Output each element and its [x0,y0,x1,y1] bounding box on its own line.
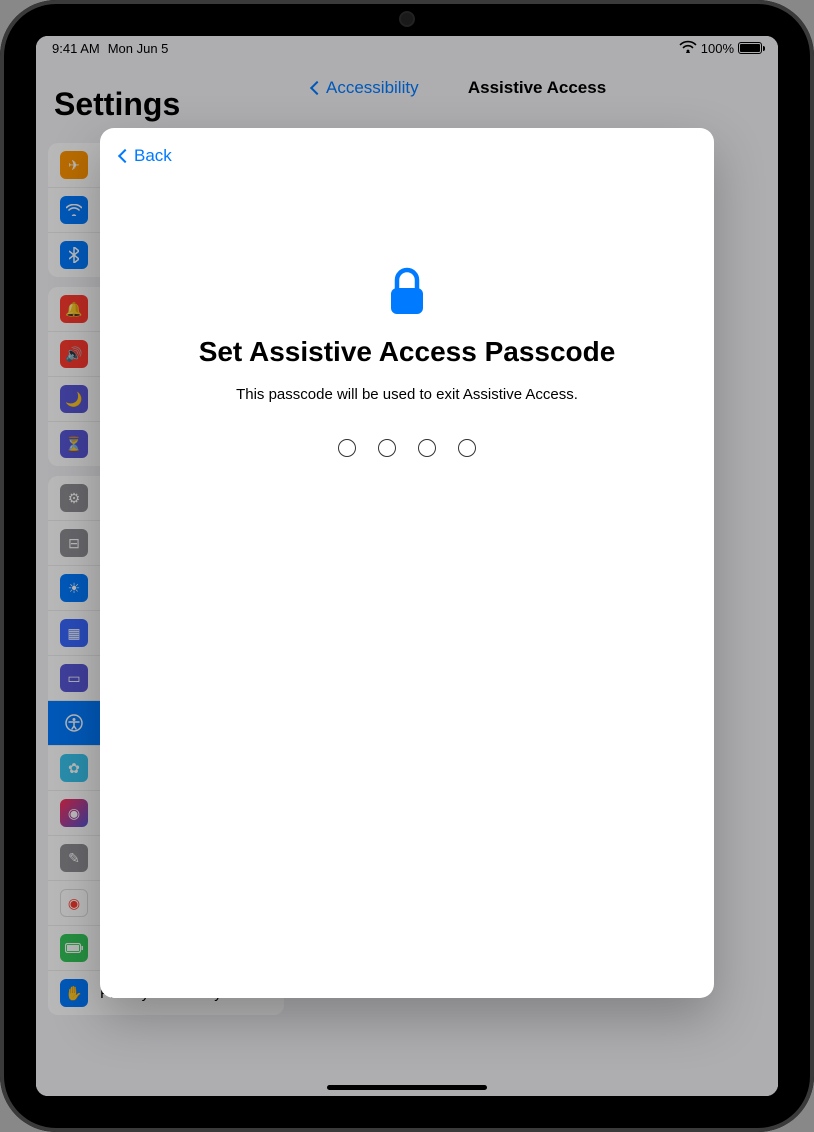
battery-icon [738,42,762,54]
modal-subtitle: This passcode will be used to exit Assis… [236,386,578,403]
passcode-modal: Back Set Assistive Access Passcode This … [100,128,714,998]
battery-percent: 100% [701,41,734,56]
ipad-frame: Settings ✈︎ [0,0,814,1132]
modal-title: Set Assistive Access Passcode [199,336,616,368]
modal-back-button[interactable]: Back [120,146,172,166]
wifi-icon [679,40,697,56]
passcode-dots [338,439,476,457]
passcode-dot [378,439,396,457]
passcode-dot [418,439,436,457]
chevron-left-icon [118,149,132,163]
status-time: 9:41 AM [52,41,100,56]
status-bar: 9:41 AM Mon Jun 5 100% [36,36,778,60]
lock-icon [385,266,429,318]
home-indicator[interactable] [327,1085,487,1090]
screen: Settings ✈︎ [36,36,778,1096]
modal-back-label: Back [134,146,172,166]
ipad-camera [401,13,413,25]
passcode-dot [458,439,476,457]
status-date: Mon Jun 5 [108,41,169,56]
passcode-dot [338,439,356,457]
